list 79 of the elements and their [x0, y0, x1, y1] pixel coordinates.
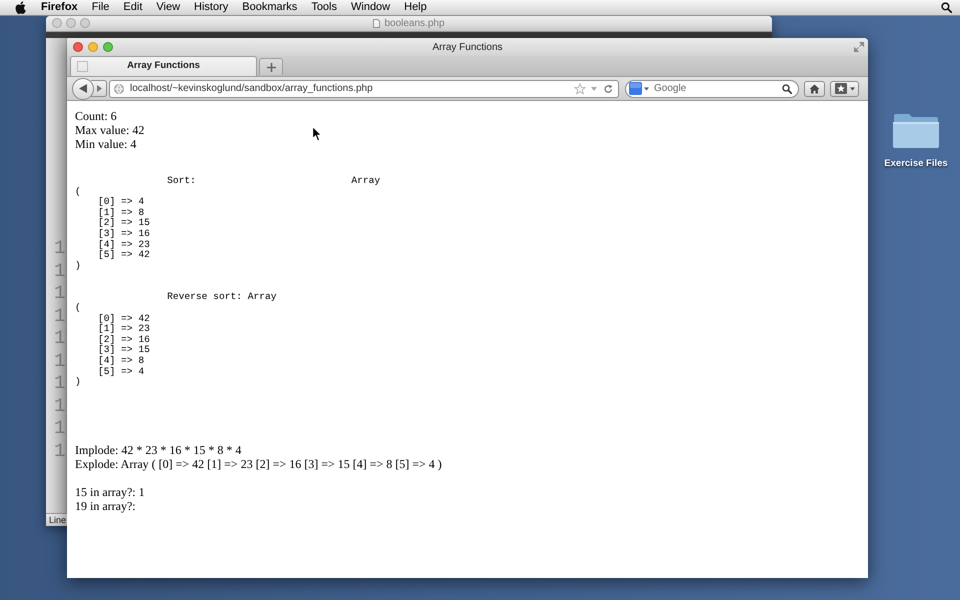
new-tab-button[interactable]: [259, 58, 283, 75]
fullscreen-icon[interactable]: [854, 42, 864, 52]
result-line: Explode: Array ( [0] => 42 [1] => 23 [2] => 16 [3] => 15 [4] => 8 [5] => 4 ): [75, 456, 442, 471]
heading-text: Sort:: [167, 175, 196, 186]
minimize-icon[interactable]: [88, 42, 98, 52]
caret-icon[interactable]: [644, 86, 649, 90]
bookmark-star-icon: [834, 83, 846, 94]
line-number: 1: [54, 394, 66, 417]
bookmarks-button[interactable]: [830, 80, 859, 96]
menu-item[interactable]: Edit: [123, 0, 142, 16]
folder-label[interactable]: Exercise Files: [884, 157, 948, 172]
array-entry: [2] => 15: [98, 218, 150, 229]
menu-item[interactable]: View: [156, 0, 180, 16]
array-entry: [0] => 42: [98, 314, 150, 324]
search-field[interactable]: Google: [625, 80, 799, 98]
line-number: 1: [54, 237, 66, 260]
search-icon[interactable]: [941, 2, 952, 13]
stat-line: Min value: 4: [75, 137, 136, 151]
array-type-text: Array: [351, 175, 380, 186]
array-entry: [3] => 16: [98, 228, 150, 240]
app-menu[interactable]: Firefox: [41, 0, 78, 16]
home-icon: [809, 84, 820, 94]
forward-icon: [97, 85, 102, 92]
search-icon[interactable]: [782, 84, 792, 94]
browser-tab[interactable]: Array Functions: [70, 56, 257, 76]
line-number: 1: [54, 372, 66, 394]
line-number: 1: [54, 327, 66, 350]
open-paren-text: (: [75, 302, 81, 314]
star-icon[interactable]: [574, 82, 586, 94]
window-title: Array Functions: [432, 40, 503, 54]
array-entry: [4] => 8: [98, 356, 144, 366]
array-entry: [4] => 23: [98, 240, 150, 250]
array-entry: [1] => 8: [98, 208, 144, 218]
array-entry: [5] => 42: [98, 250, 150, 261]
line-number: 1: [54, 260, 66, 282]
menu-item[interactable]: Tools: [311, 0, 337, 16]
stat-line: Max value: 42: [75, 123, 144, 137]
array-entry: [0] => 4: [98, 197, 144, 208]
plus-icon: [266, 62, 276, 72]
caret-icon: [850, 86, 854, 90]
array-entry: [3] => 15: [98, 345, 150, 356]
mouse-pointer-icon: [312, 126, 322, 142]
stat-line: Count: 6: [75, 109, 117, 123]
line-number: 1: [54, 417, 66, 440]
back-icon: [79, 84, 87, 93]
forward-button[interactable]: [91, 80, 107, 97]
menu-item[interactable]: Bookmarks: [242, 0, 298, 16]
apple-icon[interactable]: [15, 1, 26, 14]
zoom-icon[interactable]: [80, 18, 90, 28]
array-entry: [5] => 4: [98, 366, 144, 378]
menu-item[interactable]: Window: [351, 0, 390, 16]
home-button[interactable]: [804, 80, 825, 96]
line-number: 1: [54, 282, 66, 304]
array-entry: [2] => 16: [98, 334, 150, 345]
result-line: 15 in array?: 1: [75, 484, 145, 499]
close-paren-text: ): [75, 260, 81, 272]
address-field[interactable]: localhost/~kevinskoglund/sandbox/array_functions.php: [109, 80, 619, 98]
menu-item[interactable]: File: [92, 0, 110, 16]
heading-text: Reverse sort:: [167, 291, 242, 302]
result-line: 19 in array?:: [75, 498, 136, 513]
globe-icon: [114, 84, 124, 94]
close-icon[interactable]: [73, 42, 83, 52]
line-number: 1: [54, 350, 66, 372]
status-text: Line: [49, 514, 66, 526]
open-paren-text: (: [75, 186, 81, 198]
close-paren-text: ): [75, 377, 81, 388]
array-type-text: Array: [248, 291, 277, 302]
dotted-square-icon: [77, 61, 88, 72]
zoom-icon[interactable]: [103, 42, 113, 52]
menu-item[interactable]: Help: [404, 0, 427, 16]
document-icon: [373, 19, 380, 28]
result-line: Implode: 42 * 23 * 16 * 15 * 8 * 4: [75, 442, 242, 457]
reload-icon[interactable]: [604, 84, 613, 94]
line-number: 1: [54, 304, 66, 327]
back-button[interactable]: [72, 78, 94, 100]
menu-item[interactable]: History: [194, 0, 228, 16]
array-entry: [1] => 23: [98, 324, 150, 335]
window-title: booleans.php: [384, 17, 445, 31]
line-number: 1: [54, 440, 66, 462]
